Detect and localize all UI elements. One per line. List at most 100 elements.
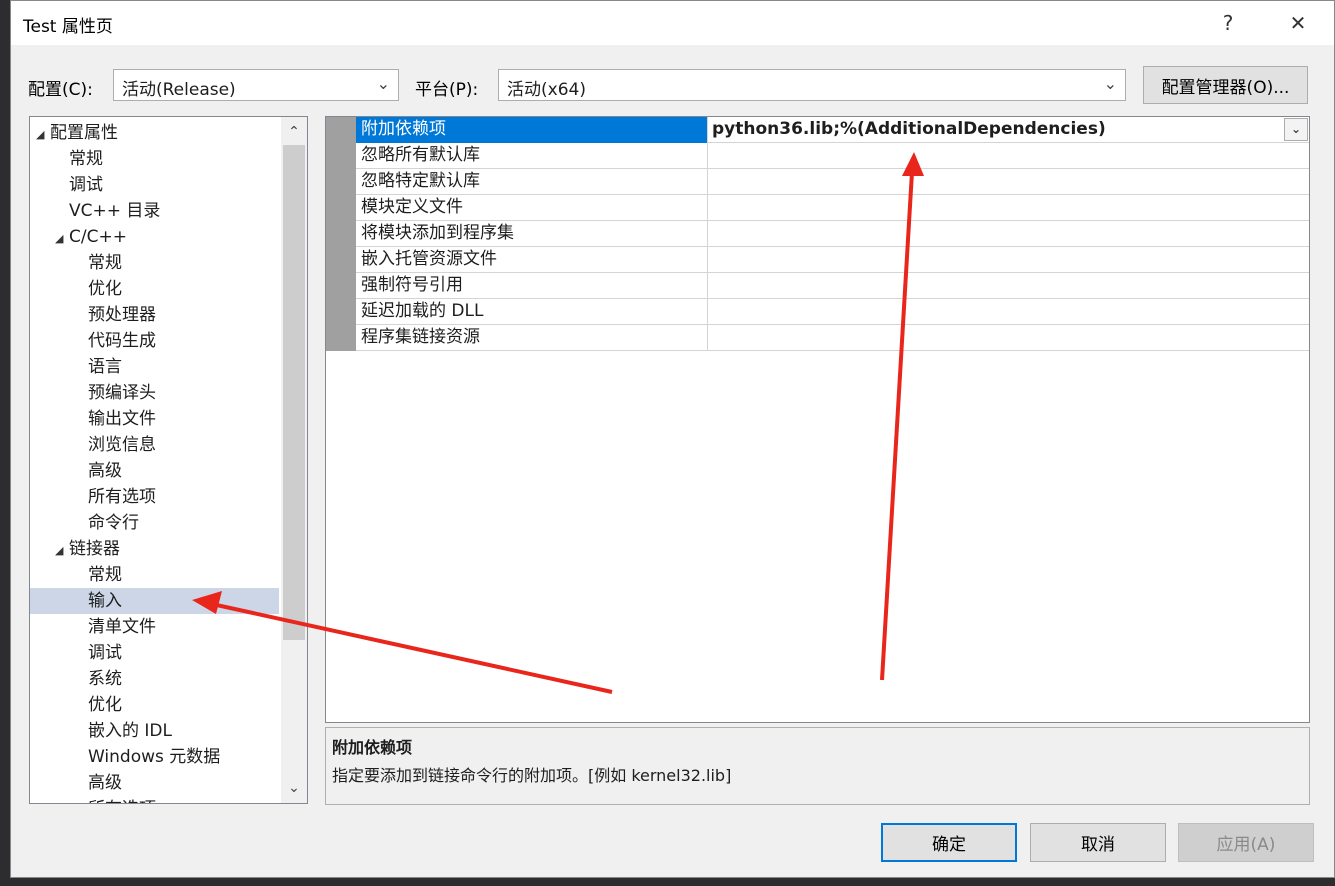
property-value[interactable] [708,273,1309,299]
property-row[interactable]: 程序集链接资源 [326,325,1309,351]
tree-item[interactable]: 语言 [30,354,279,380]
config-value: 活动(Release) [122,80,236,100]
tree-item[interactable]: 命令行 [30,510,279,536]
tree-item[interactable]: 系统 [30,666,279,692]
tree-item[interactable]: 浏览信息 [30,432,279,458]
tree-item-label: 系统 [88,669,122,689]
row-margin [326,169,356,195]
help-button[interactable]: ? [1206,5,1250,41]
tree-item-label: 浏览信息 [88,435,156,455]
tree-item-label: 高级 [88,773,122,793]
tree-item[interactable]: 预编译头 [30,380,279,406]
cancel-button[interactable]: 取消 [1030,823,1166,862]
tree-item-label: 所有选项 [88,799,156,803]
property-name: 程序集链接资源 [356,325,708,351]
property-value[interactable] [708,299,1309,325]
chevron-down-icon[interactable]: ⌄ [1284,118,1308,141]
tree-item[interactable]: Windows 元数据 [30,744,279,770]
tree-item[interactable]: 调试 [30,172,279,198]
tree-item[interactable]: 输入 [30,588,279,614]
property-pages-dialog: Test 属性页 ? ✕ 配置(C): 活动(Release) ⌄ 平台(P):… [10,0,1335,878]
tree-item[interactable]: 常规 [30,146,279,172]
property-value[interactable] [708,221,1309,247]
tree-item[interactable]: 预处理器 [30,302,279,328]
tree-item-label: 命令行 [88,513,139,533]
expand-triangle-icon[interactable]: ◢ [36,122,50,148]
property-name: 将模块添加到程序集 [356,221,708,247]
tree-item[interactable]: 常规 [30,250,279,276]
config-label: 配置(C): [28,80,93,100]
tree-item[interactable]: 调试 [30,640,279,666]
tree-item-label: 调试 [69,175,103,195]
platform-label: 平台(P): [415,80,479,100]
tree-item-label: 语言 [88,357,122,377]
property-value[interactable] [708,143,1309,169]
tree-item-label: Windows 元数据 [88,747,221,767]
property-row[interactable]: 将模块添加到程序集 [326,221,1309,247]
property-name: 延迟加载的 DLL [356,299,708,325]
close-button[interactable]: ✕ [1276,5,1320,41]
property-tree: 所有选项高级Windows 元数据嵌入的 IDL优化系统调试清单文件输入常规◢链… [29,116,308,804]
scroll-up-icon[interactable]: ⌃ [281,119,307,145]
tree-item-label: 清单文件 [88,617,156,637]
row-margin [326,247,356,273]
tree-item[interactable]: 所有选项 [30,484,279,510]
property-value-text: python36.lib;%(AdditionalDependencies) [712,119,1106,139]
property-value[interactable]: python36.lib;%(AdditionalDependencies) ⌄ [708,117,1309,143]
property-row[interactable]: 忽略所有默认库 [326,143,1309,169]
row-margin [326,221,356,247]
tree-item[interactable]: ◢ 配置属性 [30,120,279,146]
tree-item[interactable]: 高级 [30,458,279,484]
config-combo[interactable]: 活动(Release) ⌄ [113,69,399,101]
tree-item[interactable]: 嵌入的 IDL [30,718,279,744]
property-grid: 附加依赖项 python36.lib;%(AdditionalDependenci… [325,116,1310,723]
property-name: 嵌入托管资源文件 [356,247,708,273]
platform-value: 活动(x64) [507,80,586,100]
tree-item[interactable]: 高级 [30,770,279,796]
tree-item-label: 常规 [88,253,122,273]
property-row[interactable]: 附加依赖项 python36.lib;%(AdditionalDependenci… [326,117,1309,143]
expand-triangle-icon[interactable]: ◢ [55,226,69,252]
tree-item[interactable]: 优化 [30,276,279,302]
row-margin [326,325,356,351]
row-margin [326,299,356,325]
property-value[interactable] [708,325,1309,351]
property-row[interactable]: 嵌入托管资源文件 [326,247,1309,273]
tree-item[interactable]: ◢ 链接器 [30,536,279,562]
property-row[interactable]: 忽略特定默认库 [326,169,1309,195]
property-row[interactable]: 强制符号引用 [326,273,1309,299]
property-value[interactable] [708,247,1309,273]
tree-item[interactable]: 所有选项 [30,796,279,803]
tree-item[interactable]: 优化 [30,692,279,718]
ok-button[interactable]: 确定 [881,823,1017,862]
tree-item-label: 所有选项 [88,487,156,507]
tree-item-label: 高级 [88,461,122,481]
tree-item-label: C/C++ [69,227,127,247]
tree-item[interactable]: 输出文件 [30,406,279,432]
property-row[interactable]: 延迟加载的 DLL [326,299,1309,325]
tree-item[interactable]: 常规 [30,562,279,588]
tree-item[interactable]: VC++ 目录 [30,198,279,224]
apply-button[interactable]: 应用(A) [1178,823,1314,862]
tree-item[interactable]: 代码生成 [30,328,279,354]
property-row[interactable]: 模块定义文件 [326,195,1309,221]
config-manager-button[interactable]: 配置管理器(O)... [1143,66,1308,104]
platform-combo[interactable]: 活动(x64) ⌄ [498,69,1126,101]
chevron-down-icon: ⌄ [1103,74,1117,93]
property-value[interactable] [708,195,1309,221]
expand-triangle-icon[interactable]: ◢ [55,538,69,564]
tree-item[interactable]: ◢ C/C++ [30,224,279,250]
row-margin [326,143,356,169]
tree-item-label: 输入 [88,591,122,611]
tree-item-label: 链接器 [69,539,120,559]
tree-scrollbar[interactable]: ⌃ ⌄ [281,117,307,803]
tree-item[interactable]: 清单文件 [30,614,279,640]
tree-item-label: 优化 [88,279,122,299]
tree-item-label: 优化 [88,695,122,715]
scroll-thumb[interactable] [283,145,305,640]
scroll-down-icon[interactable]: ⌄ [281,775,307,801]
chevron-down-icon: ⌄ [376,74,390,93]
description-panel: 附加依赖项 指定要添加到链接命令行的附加项。[例如 kernel32.lib] [325,727,1310,805]
tree-item-label: 预编译头 [88,383,156,403]
property-value[interactable] [708,169,1309,195]
